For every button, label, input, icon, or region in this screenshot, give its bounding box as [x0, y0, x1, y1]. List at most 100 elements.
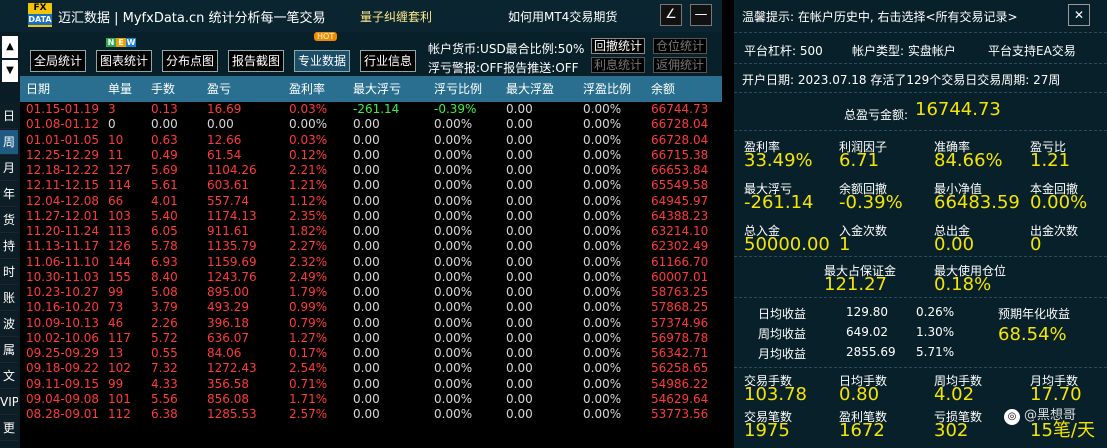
toolbar-button[interactable]: 专业数据: [294, 50, 351, 72]
table-cell: 56342.71: [651, 346, 709, 360]
rebate-stats-button[interactable]: 返佣统计: [653, 57, 708, 73]
toolbar-button[interactable]: 行业信息: [360, 50, 417, 72]
table-cell: 0.00: [506, 117, 533, 132]
column-header[interactable]: 盈利率: [289, 76, 353, 102]
nav-tab[interactable]: 更多: [0, 416, 18, 441]
table-row[interactable]: 10.23-10.27 99 5.08 895.00 1.79% 0.00 0.00% 0.0…: [20, 285, 722, 300]
nav-tab[interactable]: VIP: [0, 390, 18, 415]
nav-tab[interactable]: 文字: [0, 364, 18, 389]
table-cell: 0.00: [506, 163, 533, 177]
table-cell: 0.00: [353, 300, 380, 315]
table-row[interactable]: 08.28-09.01 112 6.38 1285.53 2.57% 0.00 0.00% 0…: [20, 407, 722, 422]
table-row[interactable]: 10.02-10.06 117 5.72 636.07 1.27% 0.00 0.00% 0.…: [20, 331, 722, 346]
table-row[interactable]: 11.06-11.10 144 6.93 1159.69 2.32% 0.00 0.00% 0…: [20, 255, 722, 270]
table-row[interactable]: 10.30-11.03 155 8.40 1243.76 2.49% 0.00 0.00% 0…: [20, 270, 722, 285]
table-cell: 56258.65: [651, 361, 709, 376]
annual-return-label: 预期年化收益: [998, 307, 1071, 321]
table-cell: 2.35%: [289, 208, 328, 223]
table-row[interactable]: 01.01-01.05 10 0.63 12.66 0.03% 0.00 0.00% 0.00…: [20, 133, 722, 148]
trade-stat-value: 0.80: [839, 384, 880, 405]
nav-tab[interactable]: 月: [0, 156, 18, 181]
table-row[interactable]: 01.15-01.19 3 0.13 16.69 0.03% -261.14 -0.39% 0…: [20, 102, 722, 117]
nav-tab[interactable]: 账号: [0, 286, 18, 311]
table-cell: 0.00: [353, 224, 380, 238]
column-header[interactable]: 手数: [151, 76, 207, 102]
column-header[interactable]: 单量: [108, 76, 151, 102]
nav-tab[interactable]: 持仓: [0, 234, 18, 259]
column-header[interactable]: 余额: [651, 76, 721, 102]
table-cell: 0.00%: [583, 376, 622, 391]
column-header[interactable]: 浮亏比例: [434, 76, 506, 102]
nav-tab[interactable]: 年: [0, 182, 18, 207]
promo-link-arbitrage[interactable]: 量子纠缠套利: [360, 8, 432, 25]
table-cell: 0.00%: [434, 193, 473, 208]
table-cell: 84.06: [207, 346, 242, 360]
table-cell: 0.03%: [289, 102, 328, 116]
nav-tab[interactable]: 周: [0, 130, 18, 155]
nav-tab[interactable]: 日: [0, 104, 18, 129]
drawdown-stats-button[interactable]: 回撤统计: [591, 38, 646, 54]
table-cell: 0.00: [353, 132, 380, 147]
table-row[interactable]: 09.25-09.29 13 0.55 84.06 0.17% 0.00 0.00% 0.00…: [20, 346, 722, 361]
table-row[interactable]: 01.08-01.12 0 0.00 0.00 0.00% 0.00 0.00% 0.00 0.…: [20, 117, 722, 132]
earning-amount: 649.02: [846, 325, 888, 339]
table-row[interactable]: 12.04-12.08 66 4.01 557.74 1.12% 0.00 0.00% 0.0…: [20, 194, 722, 209]
close-button[interactable]: ✕: [1068, 4, 1090, 26]
promo-link-futures[interactable]: 如何用MT4交易期货: [508, 8, 617, 25]
table-cell: 0.00%: [434, 315, 473, 330]
stat-value: -0.39%: [839, 192, 903, 213]
column-header[interactable]: 日期: [20, 76, 108, 102]
pin-icon[interactable]: ∠: [660, 4, 682, 26]
table-cell: 73: [108, 300, 124, 315]
table-cell: 56978.78: [651, 330, 709, 345]
table-row[interactable]: 11.13-11.17 126 5.78 1135.79 2.27% 0.00 0.00% 0…: [20, 239, 722, 254]
app-title: 迈汇数据 | MyfxData.cn 统计分析每一笔交易: [58, 11, 326, 26]
column-header[interactable]: 浮盈比例: [583, 76, 651, 102]
table-row[interactable]: 11.20-11.24 113 6.05 911.61 1.82% 0.00 0.00% 0.…: [20, 224, 722, 239]
toolbar-button[interactable]: 图表统计: [96, 50, 153, 72]
column-header[interactable]: 最大浮盈: [506, 76, 583, 102]
position-stats-button[interactable]: 仓位统计: [653, 38, 708, 54]
column-header[interactable]: 盈亏: [207, 76, 289, 102]
minimize-button[interactable]: —: [690, 4, 712, 26]
table-row[interactable]: 12.11-12.15 114 5.61 603.61 1.21% 0.00 0.00% 0.…: [20, 178, 722, 193]
table-row[interactable]: 09.04-09.08 101 5.56 856.08 1.71% 0.00 0.00% 0.…: [20, 392, 722, 407]
table-cell: 0.00: [353, 315, 380, 330]
table-cell: 6.93: [151, 254, 178, 269]
interest-stats-button[interactable]: 利息统计: [591, 57, 646, 73]
table-cell: 0.00: [506, 239, 533, 254]
table-cell: 396.18: [207, 315, 249, 330]
table-cell: 155: [108, 269, 131, 284]
table-cell: 10.30-11.03: [26, 269, 100, 284]
table-row[interactable]: 12.25-12.29 11 0.49 61.54 0.12% 0.00 0.00% 0.00…: [20, 148, 722, 163]
table-cell: 0.00: [506, 315, 533, 330]
table-cell: 12.66: [207, 132, 242, 147]
annual-return-value: 68.54%: [998, 324, 1067, 345]
table-row[interactable]: 09.11-09.15 99 4.33 356.58 0.71% 0.00 0.00% 0.0…: [20, 377, 722, 392]
table-row[interactable]: 10.16-10.20 73 3.79 493.29 0.99% 0.00 0.00% 0.0…: [20, 300, 722, 315]
table-cell: 53773.56: [651, 407, 709, 421]
toolbar-button[interactable]: 报告截图: [228, 50, 285, 72]
table-cell: 1.71%: [289, 391, 328, 406]
scroll-down-button[interactable]: ▼: [2, 60, 18, 82]
scroll-up-button[interactable]: ▲: [2, 36, 18, 58]
nav-tab[interactable]: 时间: [0, 260, 18, 285]
stat-value: 84.66%: [934, 150, 1003, 171]
table-row[interactable]: 11.27-12.01 103 5.40 1174.13 2.35% 0.00 0.00% 0…: [20, 209, 722, 224]
table-row[interactable]: 09.18-09.22 102 7.32 1272.43 2.54% 0.00 0.00% 0…: [20, 361, 722, 376]
nav-tab[interactable]: 波幅: [0, 312, 18, 337]
table-cell: 1272.43: [207, 361, 257, 376]
nav-tab[interactable]: 属性: [0, 338, 18, 363]
nav-tab[interactable]: 货币: [0, 208, 18, 233]
toolbar-button[interactable]: 全局统计: [30, 50, 87, 72]
divider: [734, 32, 1107, 33]
table-row[interactable]: 10.09-10.13 46 2.26 396.18 0.79% 0.00 0.00% 0.0…: [20, 316, 722, 331]
table-cell: 08.28-09.01: [26, 407, 100, 421]
toolbar-button[interactable]: 分布点图: [162, 50, 219, 72]
column-header[interactable]: 最大浮亏: [353, 76, 434, 102]
table-cell: 65549.58: [651, 178, 709, 193]
table-row[interactable]: 12.18-12.22 127 5.69 1104.26 2.21% 0.00 0.00% 0…: [20, 163, 722, 178]
table-cell: 01.15-01.19: [26, 102, 100, 116]
table-cell: 0.00%: [434, 117, 473, 132]
new-badge: N E W: [106, 38, 136, 47]
